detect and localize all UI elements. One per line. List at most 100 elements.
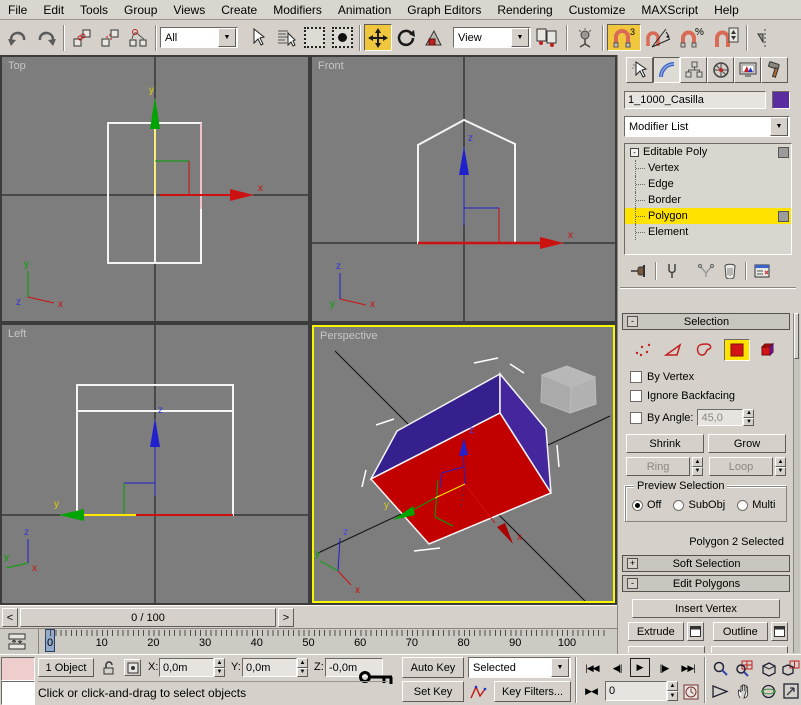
stack-item-border[interactable]: Border (625, 192, 791, 208)
insert-vertex-button[interactable]: Insert Vertex (632, 599, 780, 618)
select-and-manipulate-button[interactable] (571, 24, 599, 51)
select-and-scale-button[interactable] (420, 24, 448, 51)
edit-polygons-rollout-header[interactable]: - Edit Polygons (622, 575, 790, 592)
collapse-icon[interactable]: - (627, 578, 638, 589)
x-coordinate-field[interactable]: 0,0m (159, 658, 214, 677)
tab-motion[interactable] (707, 57, 734, 83)
maxscript-mini-listener-pink[interactable] (1, 657, 35, 681)
outline-settings-button[interactable] (771, 622, 788, 641)
show-end-result-button[interactable] (660, 260, 684, 282)
mirror-button[interactable] (751, 24, 779, 51)
shrink-button[interactable]: Shrink (626, 434, 704, 453)
window-crossing-toggle-button[interactable] (328, 24, 356, 51)
remove-modifier-button[interactable] (718, 260, 742, 282)
unlink-selection-button[interactable] (96, 24, 124, 51)
loop-spinner[interactable]: ▲ ▼ (775, 457, 786, 476)
play-animation-button[interactable]: ▶ (630, 658, 650, 677)
tab-utilities[interactable] (761, 57, 788, 83)
menu-rendering[interactable]: Rendering (489, 1, 560, 19)
rectangular-selection-region-button[interactable] (300, 24, 328, 51)
previous-frame-button[interactable]: ◀|| (606, 659, 628, 677)
snaps-toggle-button[interactable]: 3 (607, 24, 641, 51)
undo-button[interactable] (4, 24, 32, 51)
object-color-swatch[interactable] (772, 91, 790, 109)
redo-button[interactable] (32, 24, 60, 51)
key-filter-mode-dropdown[interactable]: Selected ▼ (468, 657, 571, 678)
x-coordinate-spinner[interactable]: ▲ ▼ (214, 658, 225, 677)
menu-edit[interactable]: Edit (35, 1, 72, 19)
by-angle-checkbox[interactable] (630, 411, 642, 424)
menu-graph-editors[interactable]: Graph Editors (399, 1, 489, 19)
zoom-extents-button[interactable] (757, 658, 779, 678)
border-subobject-button[interactable] (693, 340, 717, 360)
dropdown-arrow-icon[interactable]: ▼ (770, 117, 788, 136)
default-in-out-tangents-button[interactable] (468, 681, 490, 702)
dropdown-arrow-icon[interactable]: ▼ (511, 28, 529, 47)
menu-modifiers[interactable]: Modifiers (265, 1, 330, 19)
field-of-view-button[interactable] (709, 681, 731, 701)
dropdown-arrow-icon[interactable]: ▼ (218, 28, 236, 47)
next-frame-button[interactable]: ||▶ (653, 659, 675, 677)
selection-lock-toggle-button[interactable] (100, 658, 118, 677)
absolute-mode-transform-button[interactable] (124, 659, 141, 676)
current-frame-spinner[interactable]: ▲ ▼ (667, 681, 678, 701)
menu-customize[interactable]: Customize (561, 1, 634, 19)
arc-rotate-button[interactable] (757, 681, 779, 701)
stack-onoff-square[interactable] (778, 146, 789, 158)
menu-maxscript[interactable]: MAXScript (633, 1, 706, 19)
panel-scrollbar[interactable] (793, 313, 800, 653)
timeline-ruler[interactable]: 0 10 20 30 40 50 60 70 80 90 100 (38, 629, 613, 654)
key-mode-toggle-button[interactable]: ▶◀ (581, 682, 601, 700)
y-coordinate-spinner[interactable]: ▲ ▼ (297, 658, 308, 677)
ignore-backfacing-checkbox[interactable] (630, 390, 642, 402)
ring-button[interactable]: Ring (626, 457, 690, 476)
tab-display[interactable] (734, 57, 761, 83)
menu-file[interactable]: File (0, 1, 35, 19)
time-configuration-button[interactable] (681, 682, 701, 701)
loop-button[interactable]: Loop (709, 457, 773, 476)
menu-tools[interactable]: Tools (72, 1, 116, 19)
stack-item-vertex[interactable]: Vertex (625, 160, 791, 176)
auto-key-button[interactable]: Auto Key (402, 657, 464, 678)
set-key-button[interactable]: Set Key (402, 681, 464, 702)
angle-snap-toggle-button[interactable] (641, 24, 675, 51)
by-angle-spinner[interactable]: ▲ ▼ (743, 409, 755, 426)
expand-icon[interactable]: + (627, 558, 638, 569)
soft-selection-rollout-header[interactable]: + Soft Selection (622, 555, 790, 572)
maximize-viewport-toggle-button[interactable] (781, 681, 801, 701)
zoom-extents-all-button[interactable] (781, 658, 801, 678)
bind-to-space-warp-button[interactable] (124, 24, 152, 51)
by-angle-field[interactable]: 45,0 (697, 409, 744, 426)
stack-item-editable-poly[interactable]: - Editable Poly (625, 144, 791, 160)
zoom-button[interactable] (709, 658, 731, 678)
edge-subobject-button[interactable] (662, 340, 686, 360)
tab-create[interactable] (626, 57, 653, 83)
polygon-subobject-button[interactable] (724, 339, 750, 361)
configure-modifier-sets-button[interactable] (750, 260, 774, 282)
stack-collapse-icon[interactable]: - (630, 147, 639, 157)
time-slider-next-button[interactable]: > (278, 608, 294, 627)
maxscript-mini-listener-white[interactable] (1, 681, 35, 705)
ring-spinner[interactable]: ▲ ▼ (692, 457, 703, 476)
trackbar-mode-button[interactable] (6, 632, 32, 651)
panel-scrollbar-thumb[interactable] (794, 313, 799, 359)
object-name-field[interactable]: 1_1000_Casilla (624, 91, 766, 109)
y-coordinate-field[interactable]: 0,0m (242, 658, 297, 677)
viewport-perspective[interactable]: Perspective z y x z y x (312, 325, 615, 603)
vertex-subobject-button[interactable] (631, 340, 655, 360)
by-vertex-checkbox[interactable] (630, 371, 642, 383)
outline-button[interactable]: Outline (712, 622, 769, 641)
use-pivot-point-center-button[interactable] (531, 24, 563, 51)
spinner-snap-toggle-button[interactable] (709, 24, 743, 51)
element-subobject-button[interactable] (757, 340, 781, 360)
grow-button[interactable]: Grow (708, 434, 786, 453)
menu-views[interactable]: Views (165, 1, 213, 19)
modifier-list-dropdown[interactable]: Modifier List ▼ (624, 116, 790, 137)
selection-rollout-header[interactable]: - Selection (622, 313, 790, 330)
menu-group[interactable]: Group (116, 1, 165, 19)
collapse-icon[interactable]: - (627, 316, 638, 327)
preview-multi-radio[interactable] (737, 499, 749, 511)
preview-subobj-radio[interactable] (673, 499, 685, 511)
select-and-rotate-button[interactable] (392, 24, 420, 51)
stack-item-element[interactable]: Element (625, 224, 791, 240)
